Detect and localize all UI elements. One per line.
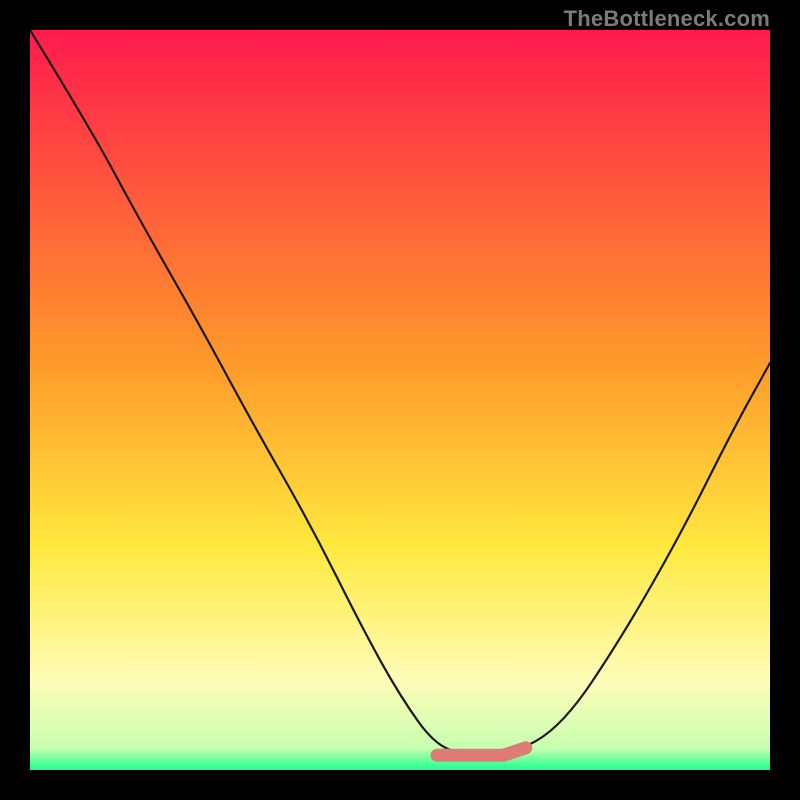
gradient-background [30, 30, 770, 770]
chart-root: TheBottleneck.com [0, 0, 800, 800]
plot-area [30, 30, 770, 770]
watermark-text: TheBottleneck.com [564, 6, 770, 32]
